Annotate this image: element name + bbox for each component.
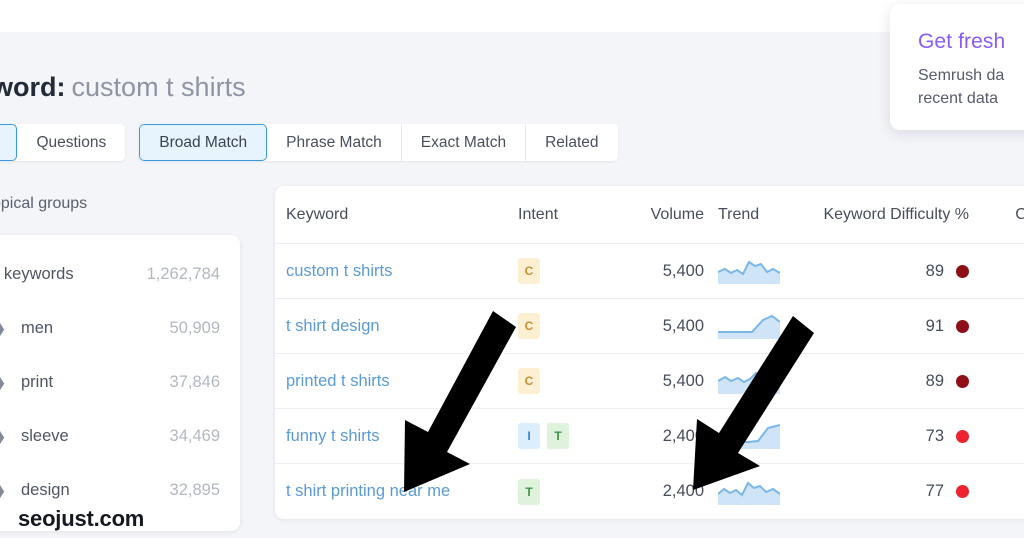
sidebar-card: ll keywords 1,262,784 ❯ men 50,909 ❯ pri… [0, 235, 240, 531]
fresh-data-notice-card[interactable]: Get fresh Semrush da recent data [890, 4, 1024, 130]
sidebar-item-count: 32,895 [169, 480, 220, 499]
page-title-label: eyword: [0, 72, 66, 102]
chevron-right-icon: ❯ [0, 482, 8, 499]
intent-badge-commercial[interactable]: C [518, 258, 540, 284]
table-row[interactable]: t shirt design C 5,400 91 0.8 [275, 299, 1024, 354]
keyword-link[interactable]: custom t shirts [286, 262, 392, 280]
sidebar-item-sleeve[interactable]: ❯ sleeve 34,469 [0, 409, 240, 463]
keyword-difficulty: 73 [926, 427, 969, 446]
intent-badge-transactional[interactable]: T [518, 478, 540, 505]
trend-sparkline-icon [718, 314, 780, 339]
keyword-link[interactable]: t shirt design [286, 317, 380, 335]
sidebar-title: opical groups [0, 195, 88, 212]
tab-broad-match[interactable]: Broad Match [139, 124, 268, 161]
volume-value: 5,400 [662, 316, 704, 335]
keyword-link[interactable]: printed t shirts [286, 372, 390, 390]
tab-all[interactable]: l [0, 124, 18, 161]
chevron-right-icon: ❯ [0, 428, 8, 445]
column-header-cpc[interactable]: CPC [979, 206, 1024, 224]
table-row[interactable]: t shirt printing near me T 2,400 77 0.6 [275, 464, 1024, 519]
column-header-volume[interactable]: Volume [592, 206, 704, 224]
sidebar-item-count: 34,469 [169, 426, 220, 445]
trend-sparkline-icon [718, 480, 780, 505]
sidebar-item-label: ll keywords [0, 264, 74, 283]
intent-badges: C [518, 313, 592, 339]
table-header-row: Keyword Intent Volume Trend Keyword Diff… [275, 186, 1024, 244]
tab-exact-match[interactable]: Exact Match [401, 124, 527, 161]
watermark: seojust.com [18, 506, 145, 531]
chevron-right-icon: ❯ [0, 374, 8, 391]
table-row[interactable]: custom t shirts C 5,400 89 0.7 [275, 244, 1024, 299]
kd-status-dot [956, 429, 969, 443]
intent-badge-commercial[interactable]: C [518, 313, 540, 339]
intent-badge-informational[interactable]: I [518, 423, 540, 449]
intent-badges: I T [518, 423, 592, 449]
page-title: eyword:custom t shirts [0, 72, 246, 103]
kd-status-dot [956, 264, 969, 278]
intent-badges: C [518, 368, 592, 394]
volume-value: 2,400 [662, 426, 704, 445]
trend-sparkline-icon [718, 424, 780, 449]
sidebar-item-label: print [21, 372, 54, 391]
keyword-difficulty: 89 [926, 372, 969, 391]
volume-value: 5,400 [662, 261, 704, 280]
sidebar-item-label: men [21, 318, 54, 337]
sidebar-item-count: 37,846 [169, 372, 220, 391]
trend-sparkline-icon [718, 260, 780, 284]
intent-badge-transactional[interactable]: T [547, 423, 569, 449]
sidebar-item-count: 50,909 [169, 318, 220, 337]
topical-groups-sidebar: opical groups ll keywords 1,262,784 ❯ me… [0, 195, 240, 531]
kd-status-dot [956, 319, 969, 333]
intent-badges: T [518, 478, 592, 505]
kd-value: 89 [925, 261, 944, 280]
page-title-keyword: custom t shirts [71, 72, 246, 102]
notice-title: Get fresh [918, 30, 1006, 53]
keywords-table: Keyword Intent Volume Trend Keyword Diff… [275, 186, 1024, 519]
keyword-link[interactable]: t shirt printing near me [286, 482, 450, 500]
keyword-difficulty: 91 [926, 317, 969, 336]
sidebar-item-label: design [21, 480, 70, 499]
keyword-difficulty: 89 [926, 262, 969, 281]
notice-body-line-1: Semrush da [918, 67, 1005, 84]
sidebar-item-print[interactable]: ❯ print 37,846 [0, 355, 240, 409]
volume-value: 5,400 [662, 371, 704, 390]
notice-body-line-2: recent data [918, 90, 999, 107]
column-header-trend[interactable]: Trend [704, 206, 789, 224]
kd-value: 89 [925, 371, 944, 390]
top-bar [0, 0, 1024, 32]
kd-value: 91 [925, 316, 944, 335]
kd-value: 73 [925, 426, 944, 445]
intent-badges: C [518, 258, 592, 284]
tab-group-question-types: l Questions [0, 124, 126, 161]
volume-value: 2,400 [662, 482, 704, 500]
table-row[interactable]: printed t shirts C 5,400 89 0.5 [275, 354, 1024, 409]
column-header-intent[interactable]: Intent [518, 206, 592, 224]
sidebar-item-men[interactable]: ❯ men 50,909 [0, 301, 240, 355]
chevron-right-icon: ❯ [0, 320, 8, 337]
column-header-keyword[interactable]: Keyword [286, 206, 518, 224]
keyword-link[interactable]: funny t shirts [286, 427, 380, 445]
column-header-keyword-difficulty[interactable]: Keyword Difficulty % [789, 206, 979, 224]
tab-phrase-match[interactable]: Phrase Match [267, 124, 402, 161]
kd-status-dot [956, 374, 969, 388]
table-row[interactable]: funny t shirts I T 2,400 73 0.2 [275, 409, 1024, 464]
tab-group-match-types: Broad Match Phrase Match Exact Match Rel… [139, 124, 618, 161]
trend-sparkline-icon [718, 371, 780, 394]
tab-questions[interactable]: Questions [17, 124, 126, 161]
sidebar-item-all-keywords[interactable]: ll keywords 1,262,784 [0, 247, 240, 301]
kd-value: 77 [925, 482, 944, 500]
sidebar-item-label: sleeve [21, 426, 69, 445]
tab-related[interactable]: Related [526, 124, 618, 161]
keyword-difficulty: 77 [926, 482, 969, 501]
sidebar-item-count: 1,262,784 [146, 264, 220, 283]
match-type-tabs: l Questions Broad Match Phrase Match Exa… [0, 124, 618, 161]
kd-status-dot [956, 485, 969, 498]
intent-badge-commercial[interactable]: C [518, 368, 540, 394]
